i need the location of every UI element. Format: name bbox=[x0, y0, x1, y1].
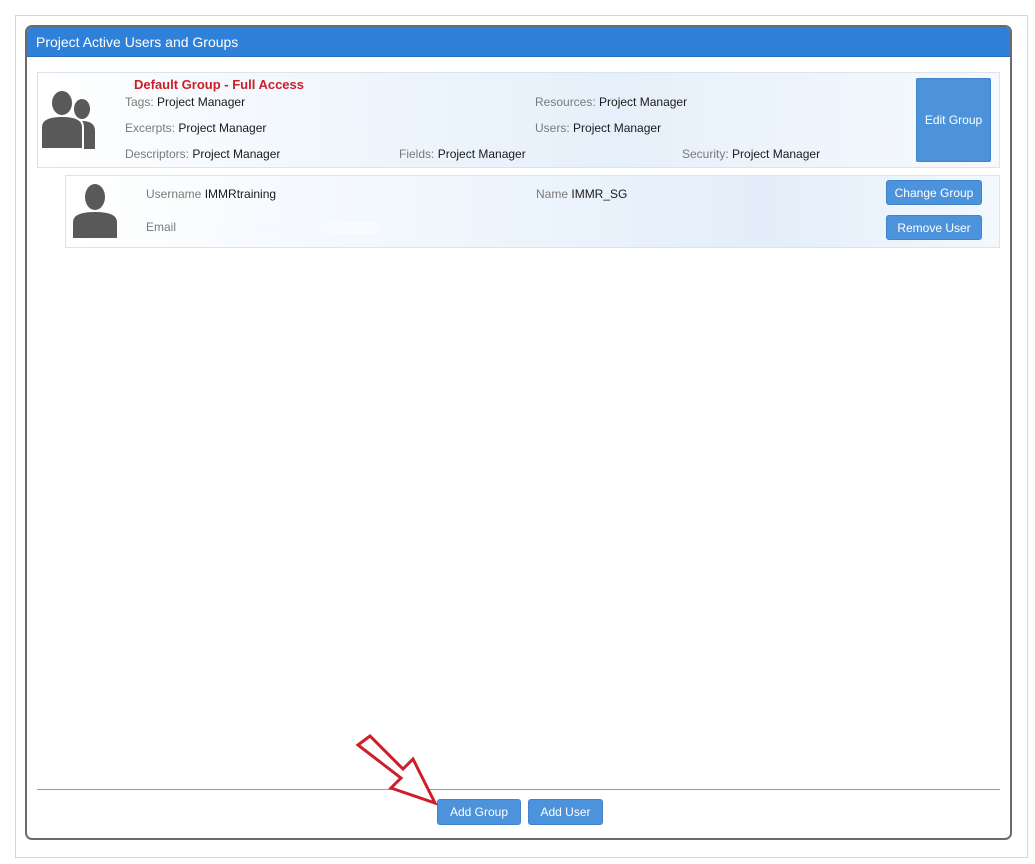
panel-title: Project Active Users and Groups bbox=[27, 27, 1010, 57]
add-user-button[interactable]: Add User bbox=[528, 799, 603, 825]
edit-group-button[interactable]: Edit Group bbox=[916, 78, 991, 162]
user-name: Name IMMR_SG bbox=[536, 187, 628, 201]
user-silhouette-icon bbox=[73, 184, 117, 238]
change-group-button[interactable]: Change Group bbox=[886, 180, 982, 205]
remove-user-button[interactable]: Remove User bbox=[886, 215, 982, 240]
group-field-fields: Fields: Project Manager bbox=[399, 147, 526, 161]
project-users-groups-panel: Project Active Users and Groups Default … bbox=[25, 25, 1012, 840]
footer-divider bbox=[37, 789, 1000, 790]
users-silhouette-icon bbox=[40, 91, 95, 149]
group-field-descriptors: Descriptors: Project Manager bbox=[125, 147, 281, 161]
group-name: Default Group - Full Access bbox=[134, 77, 304, 92]
group-field-excerpts: Excerpts: Project Manager bbox=[125, 121, 267, 135]
user-username: Username IMMRtraining bbox=[146, 187, 277, 201]
group-field-security: Security: Project Manager bbox=[682, 147, 821, 161]
email-value-redacted bbox=[184, 222, 380, 234]
add-group-button[interactable]: Add Group bbox=[437, 799, 521, 825]
group-field-resources: Resources: Project Manager bbox=[535, 95, 688, 109]
group-row: Default Group - Full Access Tags: Projec… bbox=[37, 72, 1000, 168]
user-row: Username IMMRtraining Name IMMR_SG Email… bbox=[65, 175, 1000, 248]
user-email: Email bbox=[146, 220, 177, 234]
group-field-users: Users: Project Manager bbox=[535, 121, 662, 135]
group-field-tags: Tags: Project Manager bbox=[125, 95, 246, 109]
